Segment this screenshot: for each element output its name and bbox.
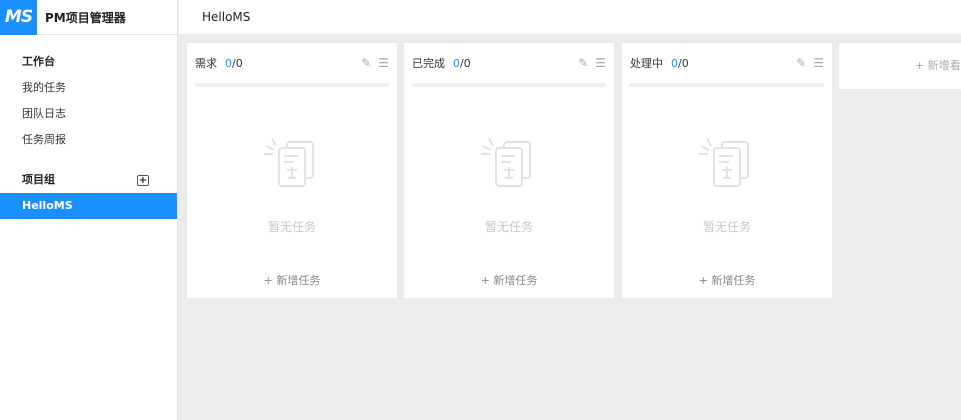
sidebar-item-team-log[interactable]: 团队日志	[0, 101, 177, 127]
column-header: 需求 0/0 ✎ ☰	[187, 43, 397, 83]
app-logo: MS	[0, 0, 37, 35]
sidebar: MS PM项目管理器 工作台 我的任务 团队日志 任务周报 项目组 + Hell…	[0, 0, 178, 420]
menu-icon[interactable]: ☰	[595, 56, 606, 70]
empty-tasks-icon	[699, 138, 749, 187]
add-task-button[interactable]: + 新增任务	[187, 272, 397, 288]
empty-tasks-icon	[481, 138, 531, 187]
kanban-column: 已完成 0/0 ✎ ☰ 暂无任务 + 新增任务	[404, 43, 614, 298]
app-title: PM项目管理器	[45, 10, 126, 25]
edit-icon[interactable]: ✎	[796, 56, 806, 70]
total-count: /0	[460, 56, 471, 70]
logo-bar: MS PM项目管理器	[0, 0, 177, 35]
total-count: /0	[678, 56, 689, 70]
add-board-button[interactable]: + 新增看板	[839, 43, 961, 89]
column-count: 0/0	[225, 57, 243, 70]
progress-bar	[195, 83, 389, 87]
progress-bar	[412, 83, 606, 87]
add-task-button[interactable]: + 新增任务	[404, 272, 614, 288]
empty-state: 暂无任务	[187, 138, 397, 235]
empty-state: 暂无任务	[622, 138, 832, 235]
progress-bar	[630, 83, 824, 87]
edit-icon[interactable]: ✎	[578, 56, 588, 70]
column-count: 0/0	[671, 57, 689, 70]
column-title: 处理中	[630, 57, 663, 70]
project-group-heading: 项目组 +	[0, 167, 177, 193]
workspace-heading: 工作台	[22, 55, 55, 68]
empty-text: 暂无任务	[702, 220, 751, 234]
column-title: 需求	[195, 57, 217, 70]
kanban-column: 需求 0/0 ✎ ☰ 暂无任务 + 新增任务	[187, 43, 397, 298]
empty-tasks-icon	[264, 138, 314, 187]
menu-icon[interactable]: ☰	[378, 56, 389, 70]
done-count: 0	[453, 56, 460, 70]
column-count: 0/0	[453, 57, 471, 70]
add-project-icon[interactable]: +	[137, 174, 149, 186]
edit-icon[interactable]: ✎	[361, 56, 371, 70]
sidebar-item-my-tasks[interactable]: 我的任务	[0, 75, 177, 101]
add-task-button[interactable]: + 新增任务	[622, 272, 832, 288]
empty-text: 暂无任务	[484, 220, 533, 234]
column-header: 处理中 0/0 ✎ ☰	[622, 43, 832, 83]
total-count: /0	[232, 56, 243, 70]
project-group-label: 项目组	[22, 173, 55, 186]
empty-state: 暂无任务	[404, 138, 614, 235]
done-count: 0	[225, 56, 232, 70]
sidebar-item-weekly-report[interactable]: 任务周报	[0, 127, 177, 153]
empty-text: 暂无任务	[267, 220, 316, 234]
sidebar-project-helloms[interactable]: HelloMS	[0, 193, 177, 219]
done-count: 0	[671, 56, 678, 70]
kanban-column: 处理中 0/0 ✎ ☰ 暂无任务 + 新增任务	[622, 43, 832, 298]
menu-icon[interactable]: ☰	[813, 56, 824, 70]
column-header: 已完成 0/0 ✎ ☰	[404, 43, 614, 83]
page-header: HelloMS	[179, 0, 961, 35]
column-title: 已完成	[412, 57, 445, 70]
